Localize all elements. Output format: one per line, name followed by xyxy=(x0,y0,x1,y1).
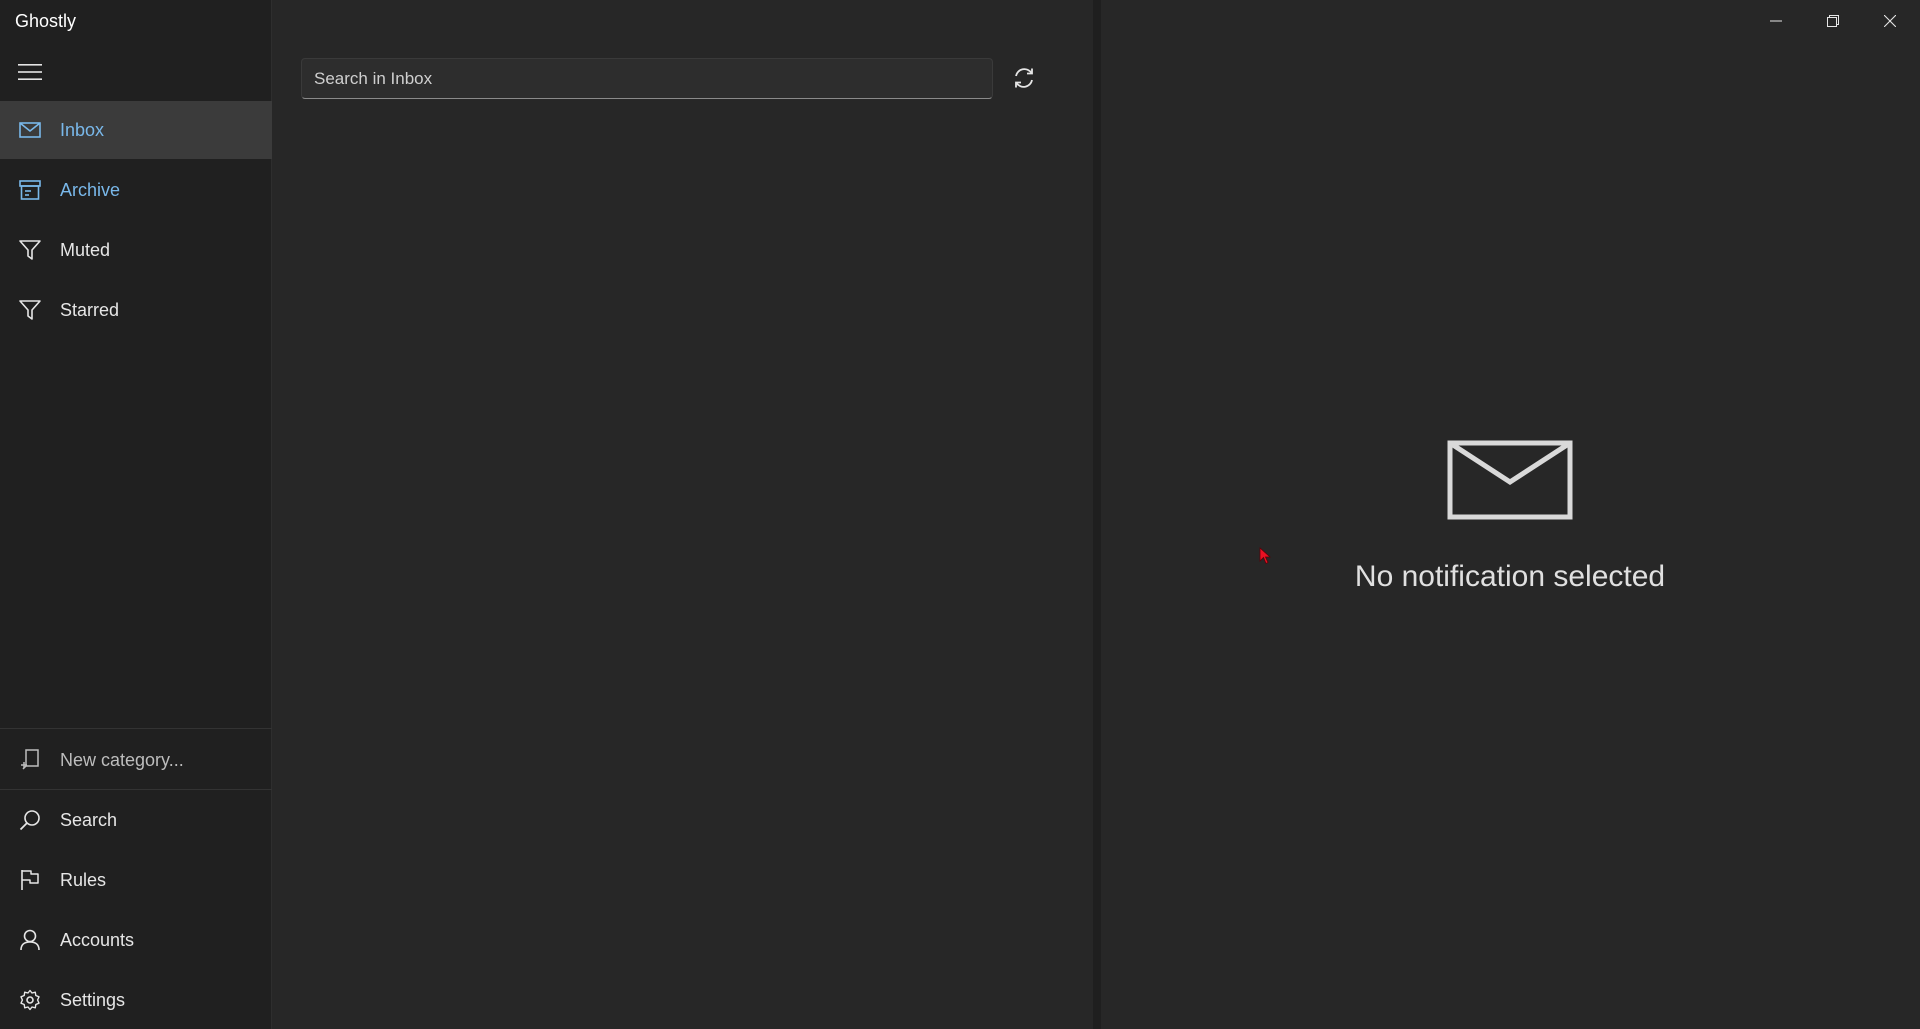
search-input[interactable] xyxy=(314,68,992,89)
app-window: Ghostly Inbox Archive Muted Starred New … xyxy=(0,0,1920,1029)
sidebar-item-label: Accounts xyxy=(60,929,135,950)
sidebar-item-new-category[interactable]: New category... xyxy=(0,731,272,789)
filter-icon xyxy=(18,298,42,322)
sidebar-item-label: Archive xyxy=(60,179,121,200)
minimize-icon xyxy=(1770,20,1782,22)
hamburger-icon xyxy=(18,64,42,80)
add-category-icon xyxy=(18,748,42,772)
sidebar-item-label: New category... xyxy=(60,749,184,770)
sidebar: Ghostly Inbox Archive Muted Starred New … xyxy=(0,0,272,1029)
sidebar-item-settings[interactable]: Settings xyxy=(0,971,272,1029)
sidebar-item-starred[interactable]: Starred xyxy=(0,281,272,339)
sidebar-item-inbox[interactable]: Inbox xyxy=(0,101,272,159)
sidebar-divider xyxy=(0,789,272,790)
sidebar-item-search[interactable]: Search xyxy=(0,791,272,849)
refresh-icon xyxy=(1015,68,1033,88)
sidebar-item-label: Search xyxy=(60,809,118,830)
sidebar-item-rules[interactable]: Rules xyxy=(0,851,272,909)
sidebar-item-label: Settings xyxy=(60,989,126,1010)
sidebar-item-label: Rules xyxy=(60,869,107,890)
person-icon xyxy=(18,928,42,952)
restore-button[interactable] xyxy=(1805,0,1861,42)
sidebar-item-accounts[interactable]: Accounts xyxy=(0,911,272,969)
envelope-icon xyxy=(1447,440,1573,520)
sidebar-item-archive[interactable]: Archive xyxy=(0,161,272,219)
search-box[interactable] xyxy=(301,58,993,99)
close-icon xyxy=(1884,15,1896,27)
cursor-icon xyxy=(1259,547,1272,565)
flag-icon xyxy=(18,868,42,892)
title-bar xyxy=(0,0,1920,42)
sidebar-item-label: Muted xyxy=(60,239,111,260)
search-icon xyxy=(18,808,42,832)
archive-icon xyxy=(18,178,42,202)
menu-button[interactable] xyxy=(10,54,50,90)
app-title: Ghostly xyxy=(15,11,77,31)
pane-splitter[interactable] xyxy=(1093,0,1101,1029)
sidebar-item-label: Starred xyxy=(60,299,120,320)
empty-state-text: No notification selected xyxy=(1354,560,1666,593)
mail-icon xyxy=(18,118,42,142)
restore-icon xyxy=(1827,15,1839,27)
minimize-button[interactable] xyxy=(1748,0,1804,42)
sidebar-item-muted[interactable]: Muted xyxy=(0,221,272,279)
gear-icon xyxy=(18,988,42,1012)
refresh-button[interactable] xyxy=(1006,60,1042,96)
sidebar-item-label: Inbox xyxy=(60,119,105,140)
sidebar-divider xyxy=(0,728,272,729)
filter-icon xyxy=(18,238,42,262)
notification-list-pane xyxy=(273,0,1093,1029)
close-button[interactable] xyxy=(1862,0,1918,42)
